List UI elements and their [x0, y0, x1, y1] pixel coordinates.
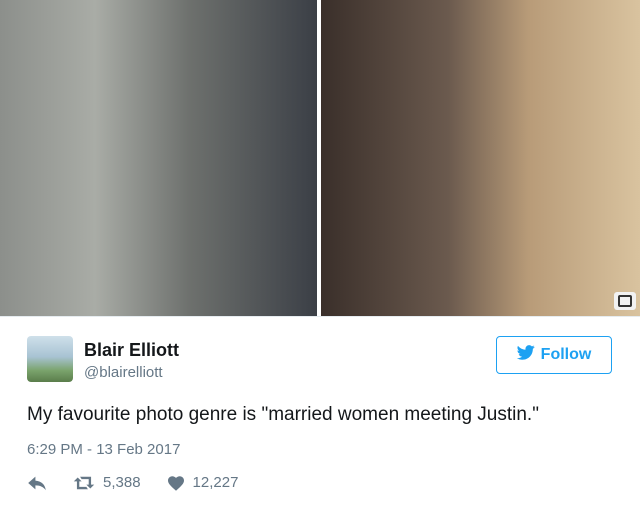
- retweet-icon: [73, 475, 95, 491]
- tweet-timestamp[interactable]: 6:29 PM - 13 Feb 2017: [27, 441, 180, 458]
- reply-icon: [27, 475, 47, 491]
- avatar[interactable]: [27, 336, 73, 382]
- author-name[interactable]: Blair Elliott: [84, 340, 179, 361]
- reply-button[interactable]: [27, 475, 47, 491]
- photo-collage: [0, 0, 640, 316]
- twitter-bird-icon: [516, 345, 535, 365]
- follow-button[interactable]: Follow: [496, 336, 612, 374]
- retweet-count: 5,388: [103, 474, 141, 491]
- like-count: 12,227: [192, 474, 239, 491]
- author-handle[interactable]: @blairelliott: [84, 364, 163, 381]
- tweet-text: My favourite photo genre is "married wom…: [27, 404, 539, 425]
- photo-left[interactable]: [0, 0, 317, 316]
- camera-icon[interactable]: [614, 292, 636, 310]
- like-button[interactable]: 12,227: [167, 474, 239, 491]
- follow-label: Follow: [540, 346, 592, 363]
- tweet-actions: 5,388 12,227: [27, 474, 264, 491]
- retweet-button[interactable]: 5,388: [73, 474, 141, 491]
- heart-icon: [167, 475, 185, 491]
- photo-right[interactable]: [321, 0, 640, 316]
